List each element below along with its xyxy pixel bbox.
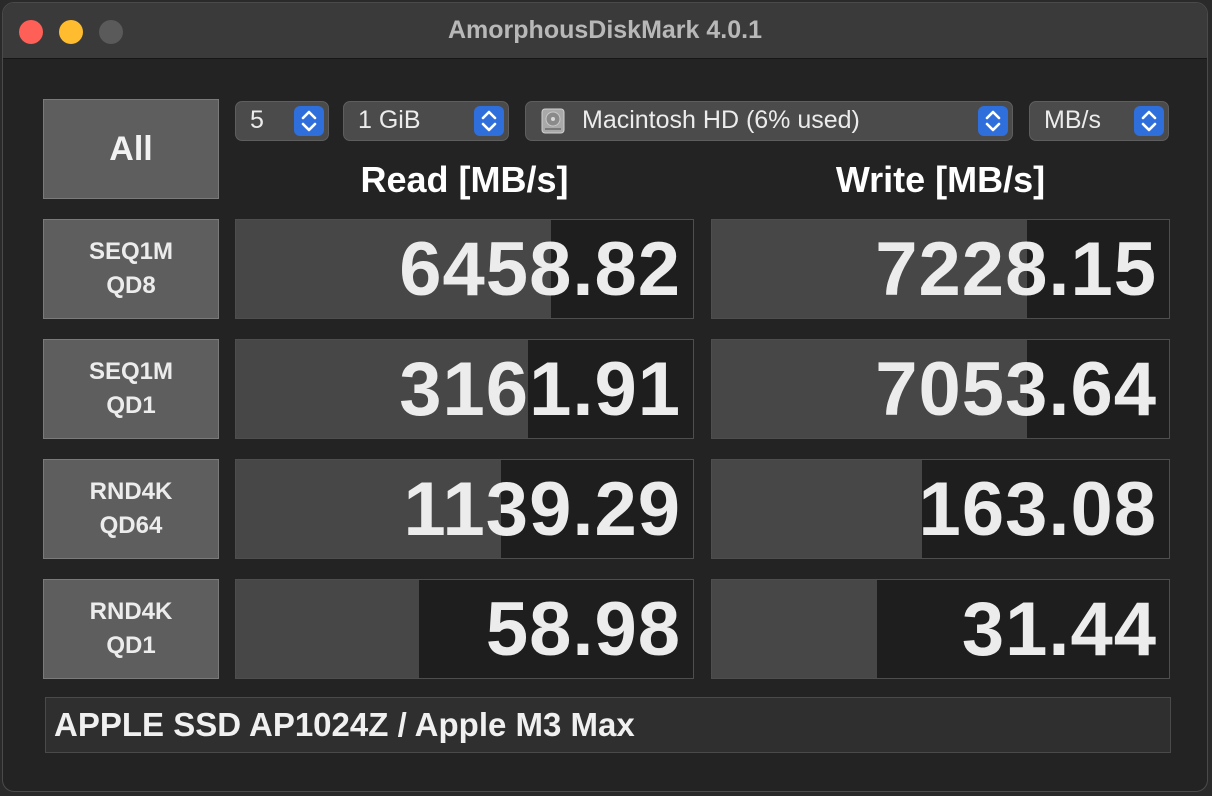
test-label-line2: QD1 xyxy=(106,632,156,659)
chevron-up-down-icon[interactable] xyxy=(1134,106,1164,136)
titlebar: AmorphousDiskMark 4.0.1 xyxy=(3,3,1207,59)
test-label-line2: QD1 xyxy=(106,392,156,419)
hard-drive-icon xyxy=(540,107,566,135)
test-label-line1: SEQ1M xyxy=(88,238,174,265)
test-label-line1: SEQ1M xyxy=(88,358,174,385)
test-button-seq1m-qd1[interactable]: SEQ1M QD1 xyxy=(43,339,219,439)
read-header: Read [MB/s] xyxy=(360,159,569,200)
write-header: Write [MB/s] xyxy=(835,159,1046,200)
drive-select[interactable]: Macintosh HD (6% used) xyxy=(525,101,1013,141)
read-value: 3161.91 xyxy=(399,347,681,432)
read-result-rnd4k-qd1: 58.98 xyxy=(235,579,694,679)
drive-value: Macintosh HD (6% used) xyxy=(582,106,860,134)
test-label-line2: QD64 xyxy=(99,512,163,539)
chevron-up-down-icon[interactable] xyxy=(474,106,504,136)
write-level-bar xyxy=(712,580,877,678)
write-result-seq1m-qd1: 7053.64 xyxy=(711,339,1170,439)
write-value: 163.08 xyxy=(918,467,1157,552)
test-button-rnd4k-qd64[interactable]: RND4K QD64 xyxy=(43,459,219,559)
read-value: 58.98 xyxy=(485,587,681,672)
size-value: 1 GiB xyxy=(358,106,421,134)
size-select[interactable]: 1 GiB xyxy=(343,101,509,141)
count-select[interactable]: 5 xyxy=(235,101,329,141)
write-result-seq1m-qd8: 7228.15 xyxy=(711,219,1170,319)
test-label-line2: QD8 xyxy=(106,272,156,299)
test-button-rnd4k-qd1[interactable]: RND4K QD1 xyxy=(43,579,219,679)
read-result-rnd4k-qd64: 1139.29 xyxy=(235,459,694,559)
app-window: AmorphousDiskMark 4.0.1 All 5 1 GiB Maci… xyxy=(2,2,1208,792)
window-title: AmorphousDiskMark 4.0.1 xyxy=(448,16,762,44)
unit-select[interactable]: MB/s xyxy=(1029,101,1169,141)
device-info: APPLE SSD AP1024Z / Apple M3 Max xyxy=(45,697,1171,753)
test-label-line1: RND4K xyxy=(89,478,173,505)
write-result-rnd4k-qd1: 31.44 xyxy=(711,579,1170,679)
write-result-rnd4k-qd64: 163.08 xyxy=(711,459,1170,559)
unit-value: MB/s xyxy=(1044,106,1101,134)
test-label-line1: RND4K xyxy=(89,598,173,625)
read-value: 1139.29 xyxy=(403,467,681,552)
run-all-button[interactable]: All xyxy=(43,99,219,199)
write-level-bar xyxy=(712,460,923,558)
write-value: 7053.64 xyxy=(875,347,1157,432)
count-value: 5 xyxy=(250,106,264,134)
read-result-seq1m-qd1: 3161.91 xyxy=(235,339,694,439)
read-result-seq1m-qd8: 6458.82 xyxy=(235,219,694,319)
read-value: 6458.82 xyxy=(399,227,681,312)
read-level-bar xyxy=(236,580,419,678)
chevron-up-down-icon[interactable] xyxy=(294,106,324,136)
chevron-up-down-icon[interactable] xyxy=(978,106,1008,136)
write-value: 7228.15 xyxy=(875,227,1157,312)
write-value: 31.44 xyxy=(961,587,1157,672)
test-button-seq1m-qd8[interactable]: SEQ1M QD8 xyxy=(43,219,219,319)
